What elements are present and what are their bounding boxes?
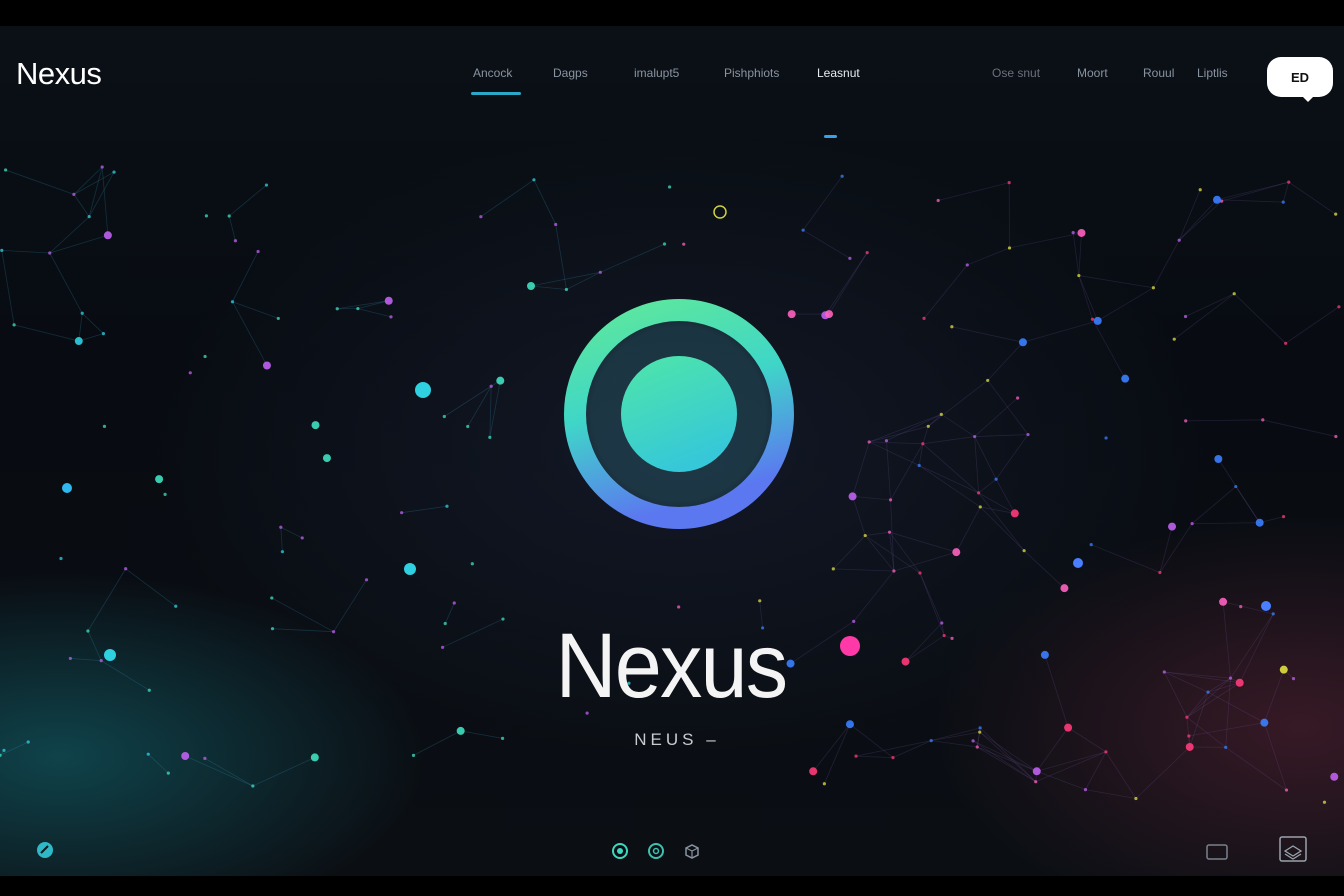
chat-bubble-tail xyxy=(1300,94,1316,102)
letterbox-top xyxy=(0,0,1344,26)
square-icon[interactable] xyxy=(1205,843,1229,861)
chat-button[interactable]: ED xyxy=(1267,57,1333,97)
ring-icon[interactable] xyxy=(646,841,666,861)
nav-item-moort[interactable]: Moort xyxy=(1077,66,1108,80)
nav-item-pishphiots[interactable]: Pishphiots xyxy=(724,66,779,80)
letterbox-bottom xyxy=(0,876,1344,896)
nav-item-leasnut[interactable]: Leasnut xyxy=(817,66,860,80)
nav-item-rouul[interactable]: Rouul xyxy=(1143,66,1174,80)
nav-item-ancock[interactable]: Ancock xyxy=(473,66,512,80)
nav-item-liptlis[interactable]: Liptlis xyxy=(1197,66,1228,80)
nexus-ring-logo xyxy=(563,298,795,530)
nav-indicator-top xyxy=(471,92,521,95)
top-nav: Ancock Dagps imalupt5 Pishphiots Leasnut… xyxy=(0,66,1344,138)
nav-item-dagps[interactable]: Dagps xyxy=(553,66,588,80)
nav-item-imalupt5[interactable]: imalupt5 xyxy=(634,66,679,80)
nav-item-ose-snut[interactable]: Ose snut xyxy=(992,66,1040,80)
target-icon[interactable] xyxy=(610,841,630,861)
hero-subtitle: NEUS – xyxy=(634,730,720,749)
hero-stage: Nexus Ancock Dagps imalupt5 Pishphiots L… xyxy=(0,26,1344,876)
nav-active-indicator xyxy=(824,135,837,138)
node-icon[interactable] xyxy=(35,840,55,860)
hero-title: Nexus xyxy=(555,615,789,717)
layers-icon[interactable] xyxy=(1278,835,1308,863)
cube-icon[interactable] xyxy=(682,841,702,861)
